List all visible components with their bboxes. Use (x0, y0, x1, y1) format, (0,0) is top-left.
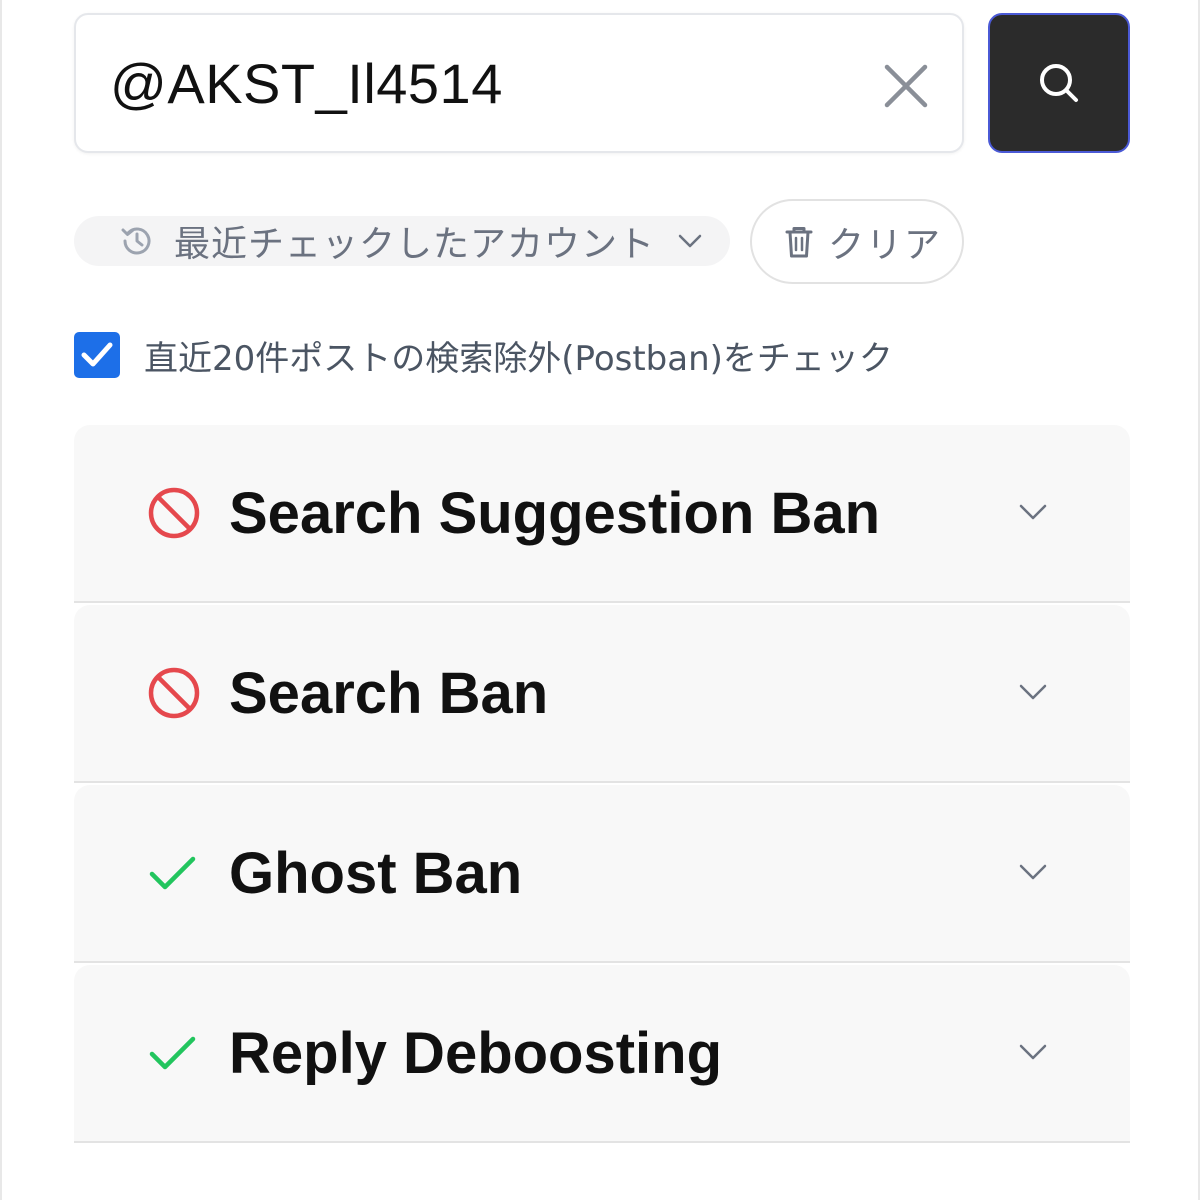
checkmark-icon (81, 342, 113, 367)
result-title: Reply Deboosting (229, 1021, 723, 1086)
recent-accounts-dropdown[interactable]: 最近チェックしたアカウント (74, 216, 730, 266)
clear-history-label: クリア (828, 224, 943, 266)
search-box[interactable] (74, 13, 964, 153)
search-input[interactable] (110, 43, 870, 123)
recent-accounts-label: 最近チェックしたアカウント (174, 224, 656, 265)
chevron-down-icon (1019, 864, 1047, 880)
postban-option: 直近20件ポストの検索除外(Postban)をチェック (74, 331, 893, 379)
check-icon (149, 1036, 196, 1070)
ban-icon (148, 667, 200, 719)
result-title: Search Ban (229, 661, 549, 726)
clear-history-button[interactable]: クリア (750, 199, 964, 284)
close-icon[interactable] (881, 61, 931, 111)
search-icon (1040, 64, 1078, 102)
chevron-down-icon (1019, 1044, 1047, 1060)
history-icon (121, 227, 151, 255)
trash-icon (785, 226, 813, 257)
search-button[interactable] (988, 13, 1130, 153)
postban-checkbox[interactable] (74, 332, 120, 378)
result-reply-deboosting[interactable]: Reply Deboosting (74, 965, 1130, 1143)
ban-icon (148, 487, 200, 539)
result-title: Ghost Ban (229, 841, 523, 906)
result-title: Search Suggestion Ban (229, 481, 881, 546)
chevron-down-icon (1019, 504, 1047, 520)
result-search-ban[interactable]: Search Ban (74, 605, 1130, 783)
check-icon (149, 856, 196, 890)
chevron-down-icon (1019, 684, 1047, 700)
search-row (74, 13, 1130, 153)
result-ghost-ban[interactable]: Ghost Ban (74, 785, 1130, 963)
postban-label: 直近20件ポストの検索除外(Postban)をチェック (144, 338, 893, 379)
chevron-down-icon (678, 234, 702, 248)
page: 最近チェックしたアカウント クリア 直近20件ポストの検索除外(Postban)… (0, 0, 1200, 1200)
result-search-suggestion-ban[interactable]: Search Suggestion Ban (74, 425, 1130, 603)
